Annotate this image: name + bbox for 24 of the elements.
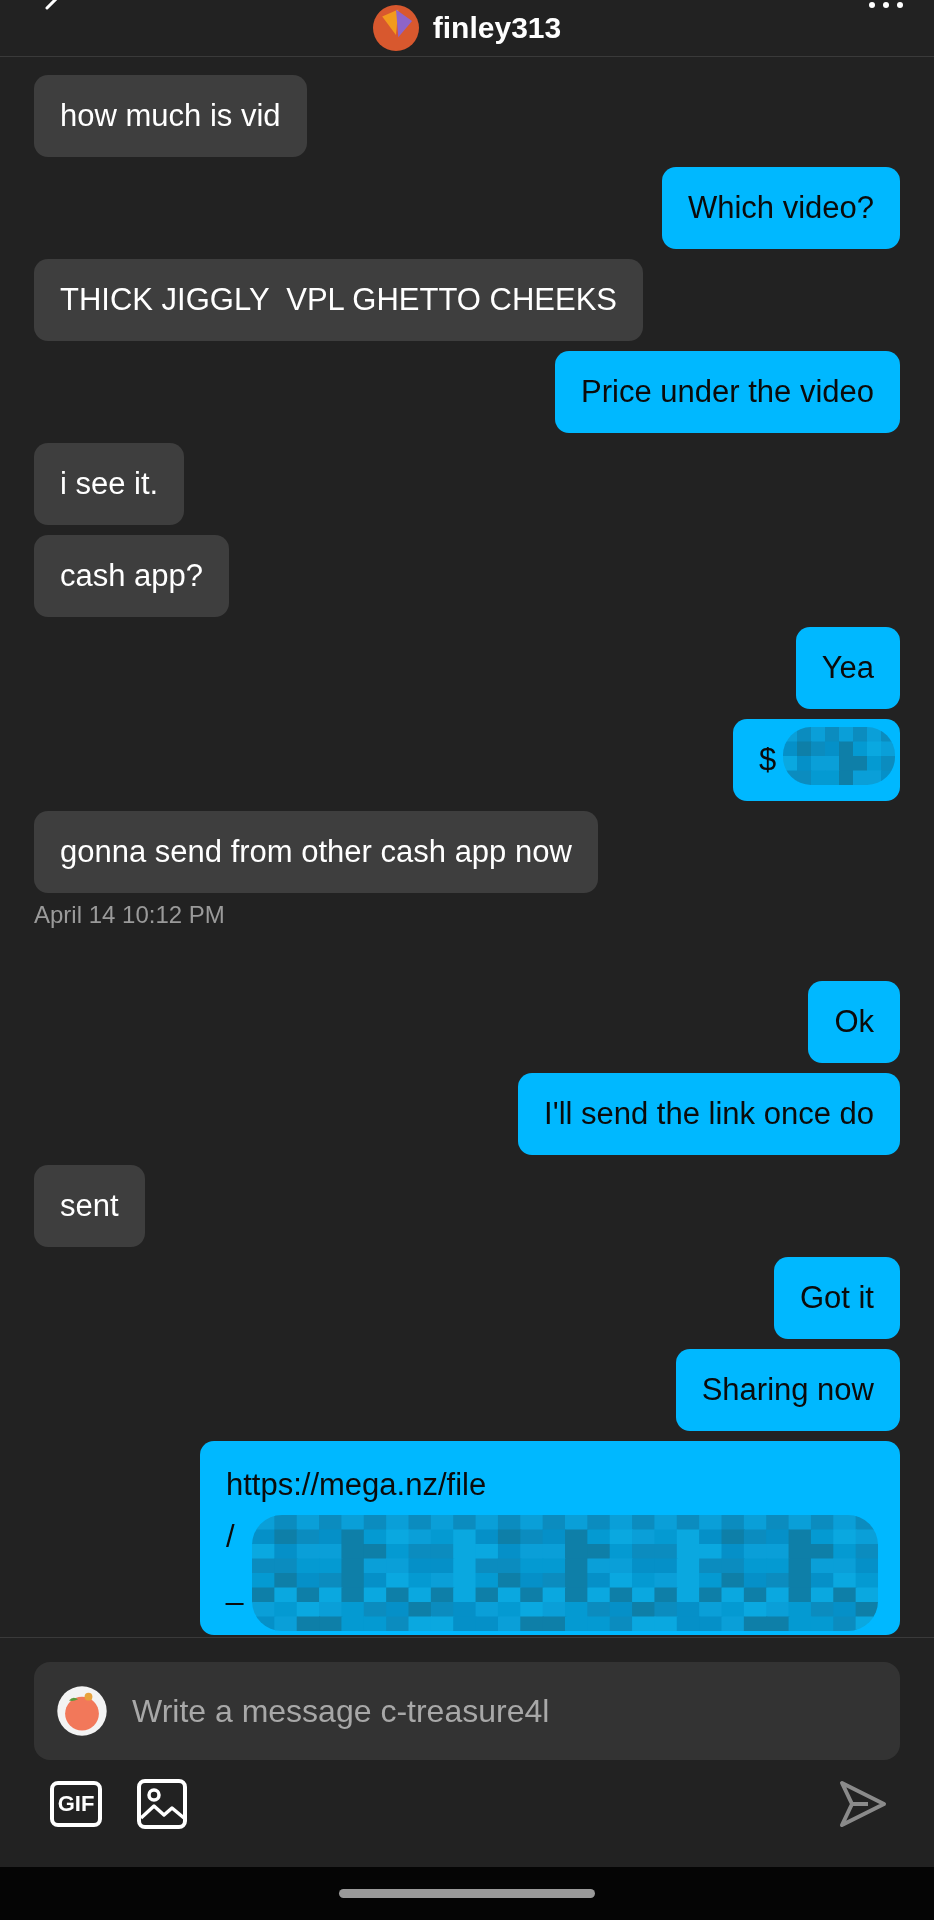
message-text: Got it [799, 1279, 874, 1317]
send-icon[interactable] [838, 1779, 888, 1829]
chat-title: finley313 [432, 11, 562, 45]
gif-button[interactable]: GIF [50, 1781, 102, 1827]
message-text: Yea [821, 649, 874, 687]
message-text: sent [60, 1187, 119, 1225]
message-text: i see it. [60, 465, 159, 503]
message-text: THICK JIGGLY VPL GHETTO CHEEKS [60, 281, 617, 319]
avatar-icon[interactable] [372, 5, 419, 51]
message-text: Price under the video [581, 373, 874, 411]
link-text[interactable]: _ [226, 1563, 244, 1615]
message-text: Sharing now [701, 1371, 874, 1409]
link-text[interactable]: https://mega.nz/file [226, 1459, 487, 1511]
message-text: cash app? [60, 557, 204, 595]
message-text: Which video? [687, 189, 874, 227]
message-text: Ok [834, 1003, 874, 1041]
message-text: gonna send from other cash app now [60, 833, 572, 871]
message-text: how much is vid [60, 97, 281, 135]
timestamp: April 14 10:12 PM [34, 901, 225, 929]
message-text: $ [759, 741, 777, 779]
message-text: I'll send the link once do [544, 1095, 874, 1133]
message-field[interactable]: Write a message c-treasure4l [34, 1662, 900, 1760]
link-text[interactable]: / [226, 1511, 235, 1563]
image-icon[interactable] [136, 1778, 188, 1830]
